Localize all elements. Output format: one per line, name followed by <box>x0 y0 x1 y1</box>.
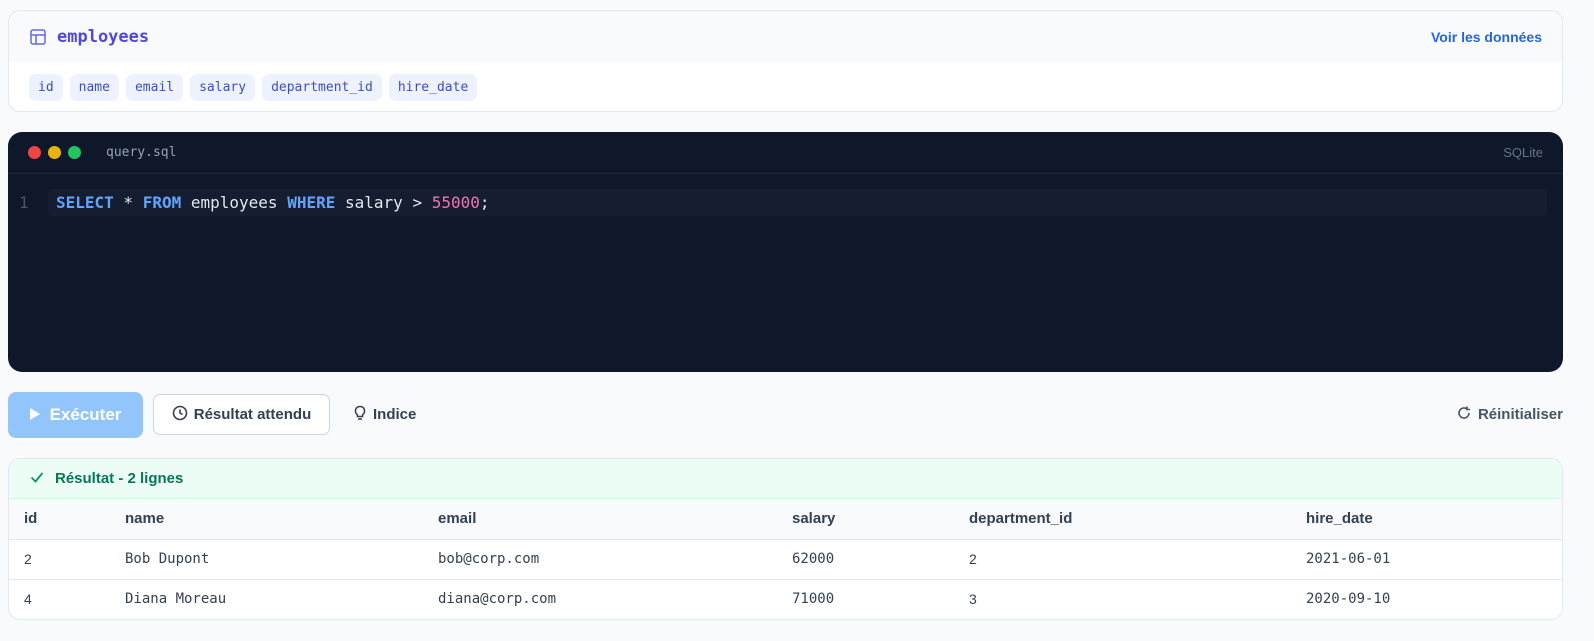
view-data-link[interactable]: Voir les données <box>1431 29 1542 45</box>
editor-filename: query.sql <box>106 145 177 160</box>
table-cell: diana@corp.com <box>438 591 557 608</box>
table-cell: 4 <box>24 591 32 608</box>
schema-card: employees Voir les données id name email… <box>8 10 1563 112</box>
check-icon <box>29 469 45 489</box>
editor-titlebar: query.sql SQLite <box>8 132 1563 174</box>
code-star: * <box>113 193 143 212</box>
column-chip: email <box>125 74 184 101</box>
column-header: department_id <box>954 499 1291 540</box>
code-line[interactable]: SELECT * FROM employees WHERE salary > 5… <box>56 193 490 212</box>
column-chip: hire_date <box>388 74 478 101</box>
schema-header: employees Voir les données <box>9 11 1562 62</box>
run-label: Exécuter <box>49 405 122 424</box>
table-icon <box>29 28 47 46</box>
table-cell: 71000 <box>792 591 835 608</box>
column-header: id <box>9 499 110 540</box>
table-header-row: id name email salary department_id hire_… <box>9 499 1562 540</box>
column-header: name <box>110 499 423 540</box>
column-list: id name email salary department_id hire_… <box>9 62 1562 101</box>
close-dot <box>28 146 41 159</box>
table-cell: 2020-09-10 <box>1306 591 1391 608</box>
editor-language: SQLite <box>1503 145 1543 160</box>
minimize-dot <box>48 146 61 159</box>
table-cell: 2 <box>954 539 1291 580</box>
run-button[interactable]: Exécuter <box>8 392 143 438</box>
table-cell: 2 <box>9 539 110 580</box>
table-cell: 3 <box>969 591 977 608</box>
keyword-where: WHERE <box>287 193 336 212</box>
table-row: 2 Bob Dupont bob@corp.com 62000 2 2021-0… <box>9 539 1562 580</box>
hint-button[interactable]: Indice <box>353 394 416 435</box>
result-status-label: Résultat - 2 lignes <box>55 470 184 487</box>
reset-icon <box>1456 405 1472 425</box>
column-chip: department_id <box>262 74 382 101</box>
play-icon <box>29 405 40 425</box>
column-chip: name <box>69 74 119 101</box>
table-cell: bob@corp.com <box>423 539 777 580</box>
table-cell: 62000 <box>777 539 954 580</box>
expected-result-label: Résultat attendu <box>193 406 312 423</box>
action-toolbar: Exécuter Résultat attendu Indice Réiniti… <box>8 392 1563 438</box>
clock-icon <box>172 405 188 425</box>
sql-editor[interactable]: query.sql SQLite 1 SELECT * FROM employe… <box>8 132 1563 372</box>
code-condition: salary > <box>335 193 432 212</box>
reset-button[interactable]: Réinitialiser <box>1456 394 1563 435</box>
code-table: employees <box>181 193 288 212</box>
line-number: 1 <box>19 193 29 212</box>
result-table: id name email salary department_id hire_… <box>9 499 1562 619</box>
maximize-dot <box>68 146 81 159</box>
column-header: salary <box>777 499 954 540</box>
window-dots: query.sql <box>28 145 176 160</box>
lightbulb-icon <box>353 405 367 425</box>
hint-label: Indice <box>373 406 417 423</box>
table-cell: Bob Dupont <box>110 539 423 580</box>
code-semicolon: ; <box>479 193 490 212</box>
table-row: 4 Diana Moreau diana@corp.com 71000 3 20… <box>9 579 1562 619</box>
result-panel: Résultat - 2 lignes id name email salary… <box>8 458 1563 620</box>
table-cell: Diana Moreau <box>125 591 227 608</box>
column-header: hire_date <box>1291 499 1562 540</box>
table-cell: 2021-06-01 <box>1291 539 1562 580</box>
column-header: email <box>423 499 777 540</box>
keyword-from: FROM <box>142 193 182 212</box>
result-status: Résultat - 2 lignes <box>9 459 1562 499</box>
table-name: employees <box>57 26 150 47</box>
keyword-select: SELECT <box>56 193 114 212</box>
reset-label: Réinitialiser <box>1477 406 1563 423</box>
column-chip: id <box>29 74 63 101</box>
expected-result-button[interactable]: Résultat attendu <box>153 394 330 435</box>
column-chip: salary <box>190 74 256 101</box>
schema-title: employees <box>29 27 149 47</box>
code-number: 55000 <box>431 193 480 212</box>
